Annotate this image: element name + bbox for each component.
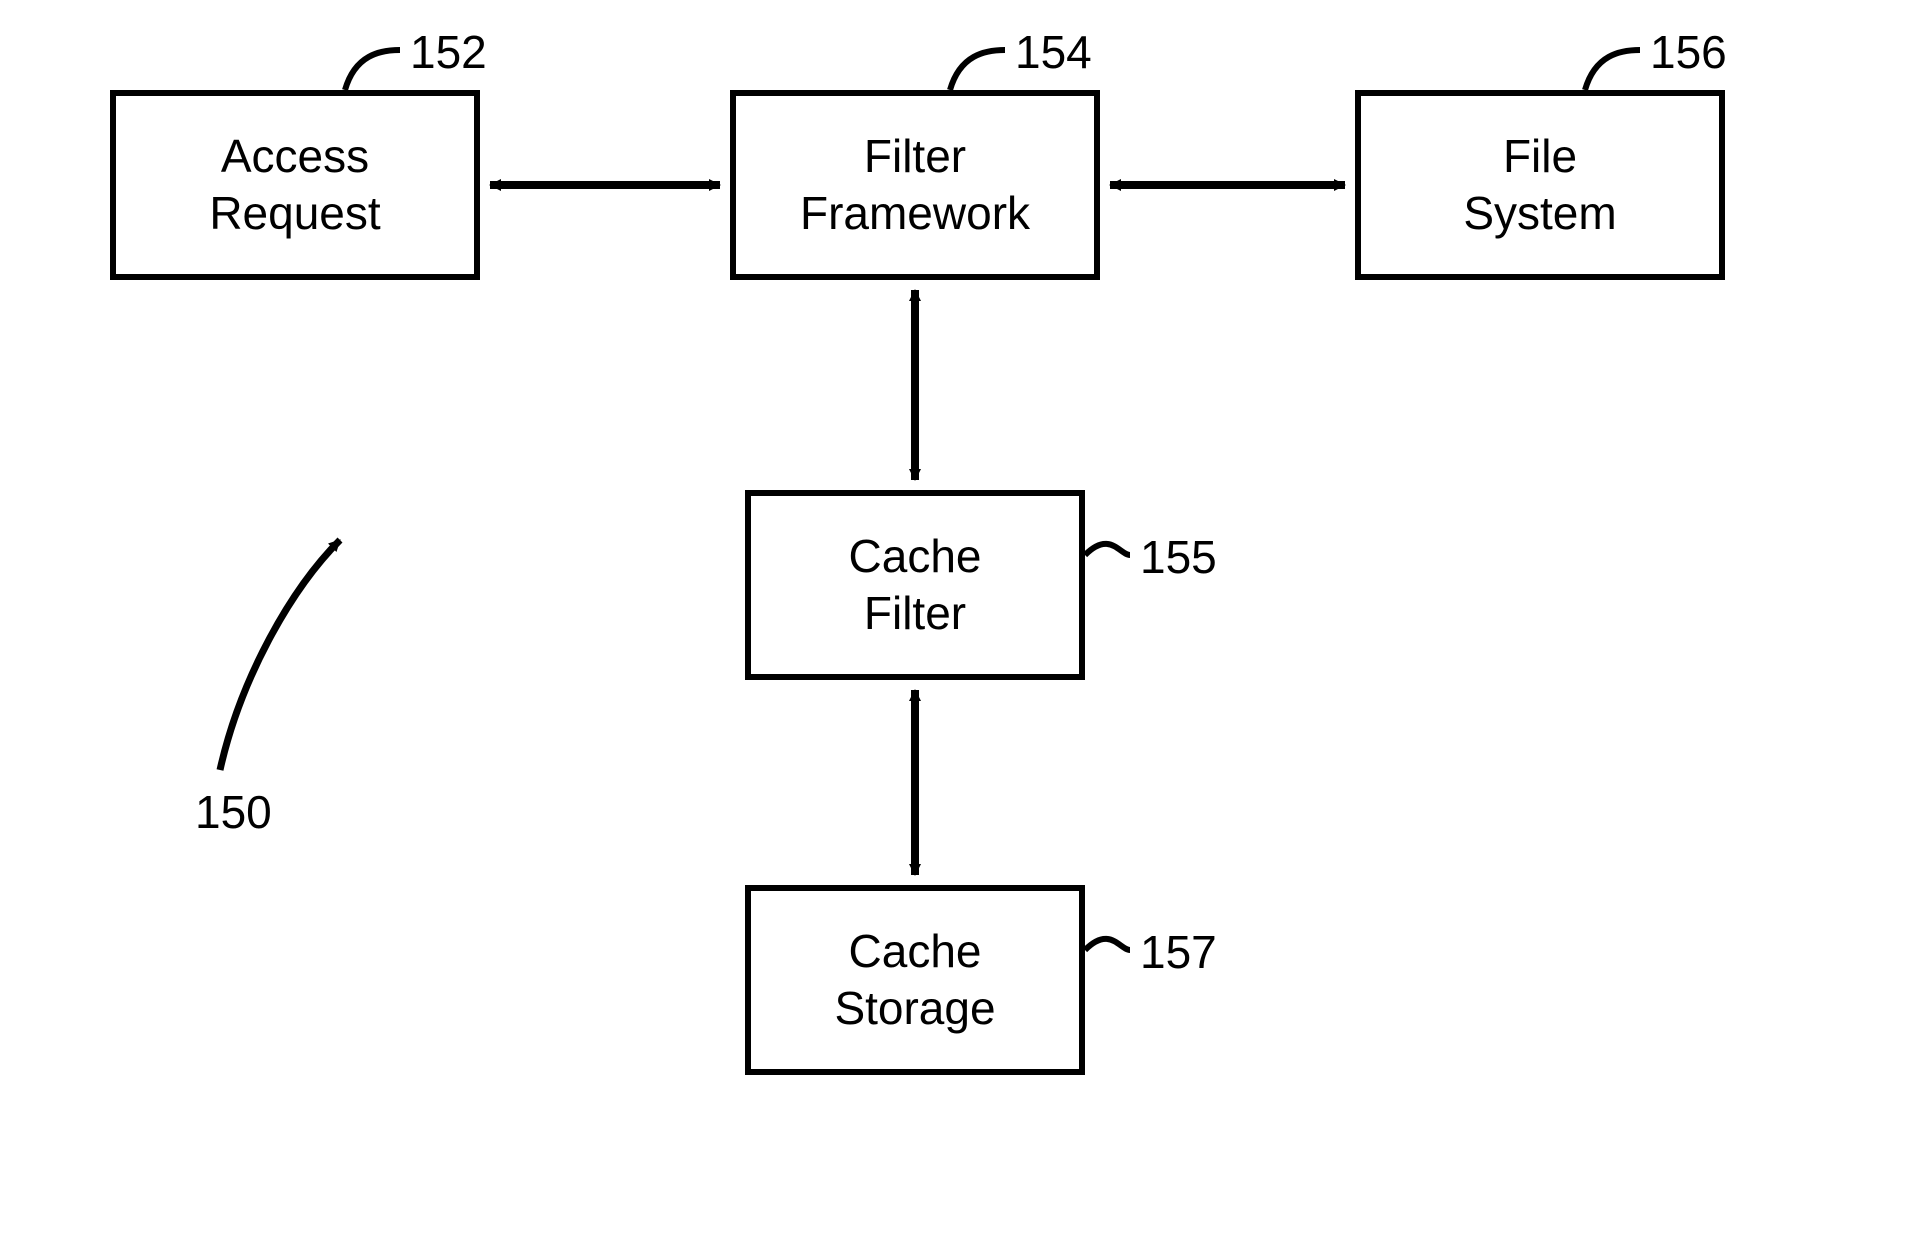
ref-hook-155: [1085, 544, 1130, 555]
box-file-system: FileSystem: [1355, 90, 1725, 280]
ref-label-cache-storage: 157: [1140, 925, 1217, 979]
diagram-canvas: AccessRequest FilterFramework FileSystem…: [0, 0, 1921, 1250]
ref-hook-156: [1585, 50, 1640, 90]
ref-hook-154: [950, 50, 1005, 90]
figure-pointer-arrow: [220, 540, 340, 770]
box-file-system-label: FileSystem: [1463, 128, 1616, 243]
box-access-request-label: AccessRequest: [209, 128, 380, 243]
box-filter-framework: FilterFramework: [730, 90, 1100, 280]
ref-label-filter-framework: 154: [1015, 25, 1092, 79]
box-access-request: AccessRequest: [110, 90, 480, 280]
box-cache-storage-label: CacheStorage: [834, 923, 995, 1038]
box-cache-filter: CacheFilter: [745, 490, 1085, 680]
ref-hook-157: [1085, 939, 1130, 950]
ref-label-access-request: 152: [410, 25, 487, 79]
ref-label-figure: 150: [195, 785, 272, 839]
ref-hook-152: [345, 50, 400, 90]
ref-label-file-system: 156: [1650, 25, 1727, 79]
ref-label-cache-filter: 155: [1140, 530, 1217, 584]
box-filter-framework-label: FilterFramework: [800, 128, 1030, 243]
box-cache-filter-label: CacheFilter: [849, 528, 982, 643]
box-cache-storage: CacheStorage: [745, 885, 1085, 1075]
